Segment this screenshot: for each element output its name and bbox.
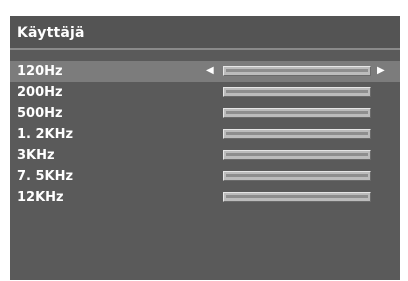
- band-row-1-2khz[interactable]: 1. 2KHz: [10, 124, 400, 145]
- band-slider-fill: [226, 153, 368, 156]
- menu-title: Käyttäjä: [17, 25, 85, 41]
- band-label: 120Hz: [17, 64, 63, 79]
- band-slider[interactable]: [223, 108, 371, 118]
- band-label: 12KHz: [17, 190, 64, 205]
- menu-title-bar: Käyttäjä: [10, 16, 400, 50]
- equalizer-menu: Käyttäjä 120Hz ◀ ▶ 200Hz 500Hz 1. 2KHz 3…: [10, 16, 400, 280]
- band-slider-fill: [226, 111, 368, 114]
- band-row-200hz[interactable]: 200Hz: [10, 82, 400, 103]
- band-label: 200Hz: [17, 85, 63, 100]
- band-label: 1. 2KHz: [17, 127, 74, 142]
- band-slider[interactable]: [223, 87, 371, 97]
- band-row-120hz[interactable]: 120Hz ◀ ▶: [10, 61, 400, 82]
- band-row-3khz[interactable]: 3KHz: [10, 145, 400, 166]
- band-slider[interactable]: [223, 129, 371, 139]
- band-slider-fill: [226, 69, 368, 72]
- band-slider[interactable]: [223, 150, 371, 160]
- arrow-right-icon[interactable]: ▶: [377, 64, 385, 78]
- band-label: 7. 5KHz: [17, 169, 74, 184]
- band-label: 3KHz: [17, 148, 55, 163]
- band-list: 120Hz ◀ ▶ 200Hz 500Hz 1. 2KHz 3KHz 7. 5K…: [10, 61, 400, 208]
- band-row-7-5khz[interactable]: 7. 5KHz: [10, 166, 400, 187]
- band-slider-fill: [226, 195, 368, 198]
- arrow-left-icon[interactable]: ◀: [206, 64, 214, 78]
- band-slider[interactable]: [223, 192, 371, 202]
- band-row-500hz[interactable]: 500Hz: [10, 103, 400, 124]
- band-slider-fill: [226, 132, 368, 135]
- band-label: 500Hz: [17, 106, 63, 121]
- band-slider[interactable]: [223, 66, 371, 76]
- band-slider-fill: [226, 90, 368, 93]
- band-slider-fill: [226, 174, 368, 177]
- band-row-12khz[interactable]: 12KHz: [10, 187, 400, 208]
- band-slider[interactable]: [223, 171, 371, 181]
